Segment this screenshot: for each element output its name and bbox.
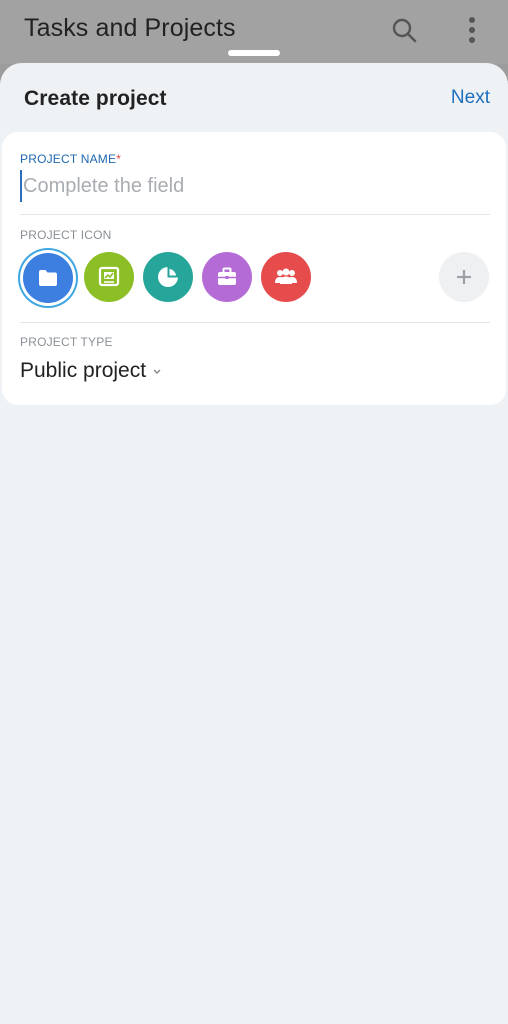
project-icon-label: PROJECT ICON — [20, 228, 112, 242]
more-vert-icon[interactable] — [458, 14, 486, 46]
project-type-dropdown[interactable]: Public project — [20, 356, 162, 386]
project-type-value: Public project — [20, 359, 147, 382]
project-form-card: PROJECT NAME* PROJECT ICON — [2, 132, 506, 405]
divider — [20, 322, 490, 323]
sheet-title: Create project — [24, 87, 167, 110]
pie-chart-icon[interactable] — [143, 252, 193, 302]
next-button[interactable]: Next — [451, 87, 490, 109]
plus-icon — [457, 270, 471, 284]
project-name-input[interactable] — [20, 170, 488, 202]
folder-icon[interactable] — [23, 253, 73, 303]
add-icon-button[interactable] — [439, 252, 489, 302]
create-project-sheet: Create project Next PROJECT NAME* PROJEC… — [0, 63, 508, 1024]
project-name-label: PROJECT NAME* — [20, 152, 122, 166]
required-mark: * — [116, 152, 122, 166]
briefcase-icon[interactable] — [202, 252, 252, 302]
team-icon[interactable] — [261, 252, 311, 302]
divider — [20, 214, 490, 215]
sheet-drag-handle[interactable] — [228, 50, 280, 56]
chevron-down-icon — [153, 369, 161, 374]
app-title: Tasks and Projects — [24, 14, 236, 42]
search-icon[interactable] — [390, 16, 418, 44]
project-icon-picker — [20, 250, 490, 306]
project-type-label: PROJECT TYPE — [20, 335, 113, 349]
presentation-icon[interactable] — [84, 252, 134, 302]
